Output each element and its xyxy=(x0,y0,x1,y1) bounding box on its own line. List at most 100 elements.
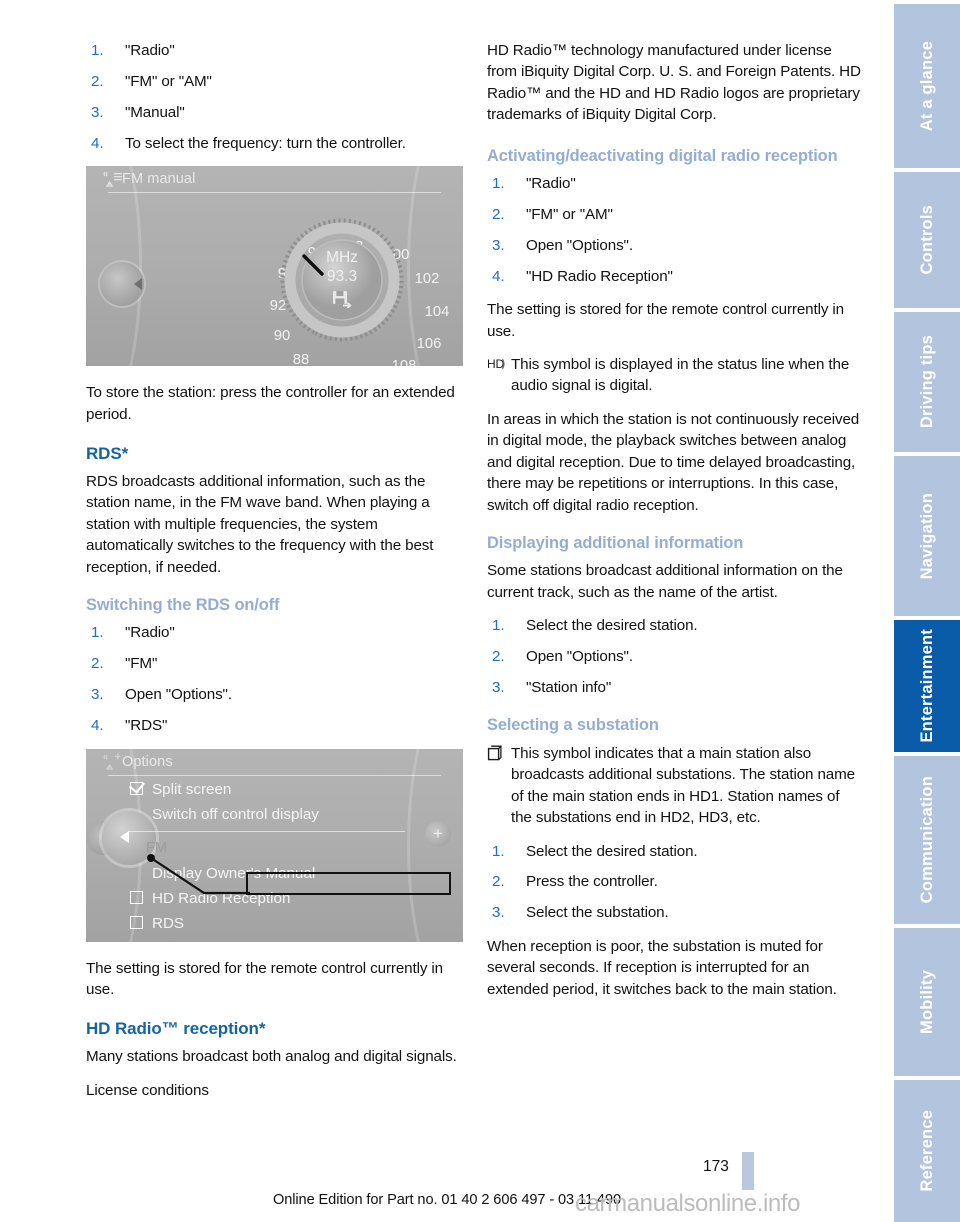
screen-titlebar: FM manual xyxy=(86,166,463,192)
sidebar-item-communication[interactable]: Communication xyxy=(894,756,960,924)
setting-stored-paragraph: The setting is stored for the remote con… xyxy=(86,959,443,998)
stacked-squares-icon xyxy=(487,745,507,762)
manual-page: 1. "Radio" 2. "FM" or "AM" 3. "Manual" 4. To… xyxy=(0,0,960,1222)
sidebar-item-entertainment[interactable]: Entertainment xyxy=(894,620,960,752)
list-item: 2. "FM" or "AM" xyxy=(86,71,463,92)
heading-activating-digital-radio: Activating/deactivating digital radio re… xyxy=(487,146,838,165)
scale-label: 88 xyxy=(292,352,310,367)
list-item: 2. "FM" xyxy=(86,653,463,674)
store-station-paragraph: To store the station: press the controll… xyxy=(86,384,455,423)
back-arrow-icon xyxy=(134,278,142,291)
areas-paragraph: In areas in which the station is not con… xyxy=(487,410,860,514)
step-number: 4. xyxy=(91,134,104,152)
step-number: 4. xyxy=(91,717,104,735)
list-item: 3. Select the substation. xyxy=(487,902,864,923)
step-text: Select the substation. xyxy=(526,904,669,922)
step-number: 2. xyxy=(492,873,505,891)
step-number: 3. xyxy=(91,686,104,704)
list-item: 1. "Radio" xyxy=(86,622,463,643)
watermark: carmanualsonline.info xyxy=(575,1190,801,1217)
menu-item-label: Switch off control display xyxy=(152,805,319,823)
list-item: 1. "Radio" xyxy=(487,173,864,194)
step-number: 2. xyxy=(492,206,505,224)
displaying-paragraph: Some stations broadcast additional infor… xyxy=(487,562,843,601)
step-number: 3. xyxy=(91,103,104,121)
step-text: "FM" xyxy=(125,655,158,673)
menu-section-fm: FM xyxy=(86,836,463,861)
step-number: 1. xyxy=(492,842,505,860)
menu-item-rds[interactable]: RDS xyxy=(86,911,463,936)
antenna-plus-icon xyxy=(102,753,123,770)
steps-manual-tuning: 1. "Radio" 2. "FM" or "AM" 3. "Manual" 4. To… xyxy=(86,40,463,154)
screen-title: FM manual xyxy=(122,171,196,188)
scale-label: 108 xyxy=(391,358,417,367)
step-text: "Manual" xyxy=(125,103,185,121)
list-item: 2. "FM" or "AM" xyxy=(487,204,864,225)
hd-radio-paragraph: Many stations broadcast both analog and … xyxy=(86,1048,457,1066)
substation-paragraph-wrap: This symbol indicates that a main statio… xyxy=(487,743,864,829)
checkbox-unchecked-icon[interactable] xyxy=(130,890,143,904)
list-item: 4. "HD Radio Reception" xyxy=(487,266,864,287)
list-item: 3. Open "Options". xyxy=(86,684,463,705)
tuner-dial[interactable]: MHz 93.3 xyxy=(276,214,408,346)
menu-item-split-screen[interactable]: Split screen xyxy=(86,777,463,802)
menu-section-label: Radio xyxy=(146,940,184,942)
sidebar-item-navigation[interactable]: Navigation xyxy=(894,456,960,616)
screen-title-divider xyxy=(108,774,441,776)
list-item: 4. To select the frequency: turn the cont… xyxy=(86,133,463,154)
hd-broadcast-icon: HD xyxy=(487,356,507,373)
step-text: Open "Options". xyxy=(526,236,633,254)
options-row-list: Split screen Switch off control display … xyxy=(86,777,463,942)
steps-switching-rds: 1. "Radio" 2. "FM" 3. Open "Options". 4. "RD… xyxy=(86,622,463,736)
substation-paragraph: This symbol indicates that a main statio… xyxy=(511,744,855,827)
tab-label: At a glance xyxy=(917,40,936,132)
step-text: Select the desired station. xyxy=(526,842,698,860)
sidebar-item-driving-tips[interactable]: Driving tips xyxy=(894,312,960,452)
steps-activating: 1. "Radio" 2. "FM" or "AM" 3. Open "Options… xyxy=(487,173,864,287)
menu-item-switch-off-display[interactable]: Switch off control display xyxy=(86,802,463,827)
fm-manual-tuner-screenshot: FM manual 88 90 92 94 96 98 100 102 104 … xyxy=(86,166,463,367)
tab-label: Reference xyxy=(917,1110,936,1192)
step-number: 3. xyxy=(492,236,505,254)
license-conditions-line: License conditions xyxy=(86,1081,209,1099)
screen-title: Options xyxy=(122,753,173,770)
step-text: Select the desired station. xyxy=(526,617,698,635)
callout-highlight-rds xyxy=(246,871,451,895)
step-text: "Radio" xyxy=(526,175,576,193)
tab-label: Driving tips xyxy=(917,335,936,429)
scale-label: 102 xyxy=(414,271,440,288)
list-item: 2. Press the controller. xyxy=(487,871,864,892)
step-text: Press the controller. xyxy=(526,873,658,891)
sidebar-item-mobility[interactable]: Mobility xyxy=(894,928,960,1076)
tab-label: Communication xyxy=(917,776,936,904)
reception-poor-paragraph: When reception is poor, the substation i… xyxy=(487,937,837,998)
menu-item-label: RDS xyxy=(152,914,185,932)
heading-switching-rds: Switching the RDS on/off xyxy=(86,595,280,614)
step-number: 1. xyxy=(492,175,505,193)
step-number: 1. xyxy=(91,42,104,59)
list-item: 3. Open "Options". xyxy=(487,235,864,256)
step-number: 3. xyxy=(492,679,505,697)
step-number: 4. xyxy=(492,267,505,285)
frequency-value: 93.3 xyxy=(326,268,358,286)
sidebar-item-controls[interactable]: Controls xyxy=(894,172,960,308)
step-number: 1. xyxy=(492,617,505,635)
step-text: "Radio" xyxy=(125,624,175,642)
scale-label: 104 xyxy=(424,304,450,321)
sidebar-item-at-a-glance[interactable]: At a glance xyxy=(894,4,960,168)
tab-label: Navigation xyxy=(917,492,936,580)
step-text: "RDS" xyxy=(125,717,168,735)
tab-label: Controls xyxy=(917,205,936,275)
rds-paragraph: RDS broadcasts additional information, s… xyxy=(86,472,434,576)
menu-item-label: Split screen xyxy=(152,780,232,798)
checkbox-checked-icon[interactable] xyxy=(130,781,143,795)
page-number-bar xyxy=(742,1152,754,1190)
menu-divider xyxy=(128,830,405,832)
options-menu-screenshot: Options + Split screen Switch off contro… xyxy=(86,748,463,942)
step-text: Open "Options". xyxy=(526,648,633,666)
step-number: 3. xyxy=(492,904,505,922)
checkbox-unchecked-icon[interactable] xyxy=(130,915,143,929)
heading-rds: RDS* xyxy=(86,443,129,463)
sidebar-item-reference[interactable]: Reference xyxy=(894,1080,960,1222)
hd-symbol-paragraph: This symbol is displayed in the status l… xyxy=(511,356,850,395)
